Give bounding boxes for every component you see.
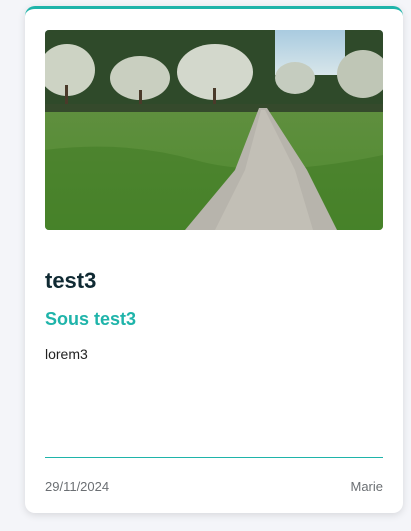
orchard-path-illustration: [45, 30, 383, 230]
card-title: test3: [45, 268, 97, 293]
card-footer: 29/11/2024 Marie: [45, 479, 383, 494]
card-image: [45, 30, 383, 230]
card-body: lorem3: [45, 346, 88, 362]
card-author: Marie: [350, 479, 383, 494]
article-card[interactable]: test3 Sous test3 lorem3 29/11/2024 Marie: [25, 6, 403, 513]
card-divider: [45, 457, 383, 458]
card-date: 29/11/2024: [45, 479, 110, 494]
card-subtitle: Sous test3: [45, 309, 137, 329]
